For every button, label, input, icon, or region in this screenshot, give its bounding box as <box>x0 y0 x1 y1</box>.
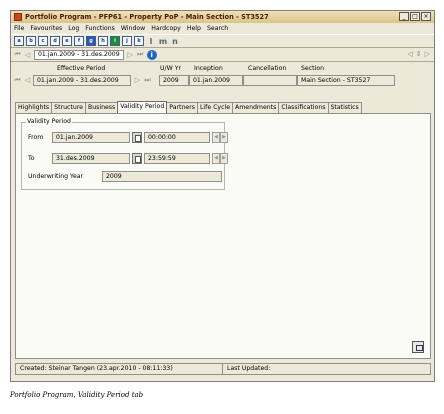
underwriting-year-field: 2009 <box>102 171 222 182</box>
nav-right-icon[interactable]: ▷ <box>425 50 430 58</box>
toolbar-icon-k[interactable]: k <box>134 36 144 46</box>
created-status: Created: Steinar Tangen (23.apr.2010 - 0… <box>20 365 173 372</box>
toolbar-icon-i[interactable]: i <box>110 36 120 46</box>
previous-record-icon[interactable]: ◁ <box>24 51 31 59</box>
info-icon[interactable]: i <box>146 49 157 60</box>
tab-highlights[interactable]: Highlights <box>15 102 53 113</box>
to-time-down-icon[interactable]: ◀ <box>212 153 220 164</box>
first-record-icon[interactable]: ⏮ <box>14 50 21 59</box>
next-record-icon[interactable]: ▷ <box>127 51 134 59</box>
status-bar: Created: Steinar Tangen (23.apr.2010 - 0… <box>15 363 431 375</box>
toolbar-icon-d[interactable]: d <box>50 36 60 46</box>
cancellation-label: Cancellation <box>248 65 287 72</box>
from-calendar-icon[interactable] <box>132 132 142 143</box>
toolbar: a b c d e f g h i j k l m n <box>11 34 434 48</box>
last-updated-status: Last Updated: <box>227 365 271 372</box>
from-date-input[interactable]: 01.jan.2009 <box>52 132 130 143</box>
edit-icon[interactable] <box>412 341 424 353</box>
validity-period-group-title: Validity Period <box>26 118 72 125</box>
section-label: Section <box>301 65 324 72</box>
inception-field: 01.jan.2009 <box>189 75 243 86</box>
uw-yr-field: 2009 <box>159 75 189 86</box>
menu-bar: File Favourites Log Functions Window Har… <box>11 23 434 34</box>
inception-label: Inception <box>194 65 223 72</box>
menu-hardcopy[interactable]: Hardcopy <box>151 25 181 32</box>
nav-updown-icon[interactable]: ⇕ <box>416 50 422 58</box>
header-first-icon[interactable]: ⏮ <box>14 76 21 85</box>
menu-functions[interactable]: Functions <box>85 25 115 32</box>
portfolio-program-window: Portfolio Program - PFP61 - Property PoP… <box>10 10 435 382</box>
last-record-icon[interactable]: ⏭ <box>137 50 144 59</box>
to-time-input[interactable]: 23:59:59 <box>144 153 210 164</box>
status-divider <box>222 364 223 374</box>
tab-strip: Highlights Structure Business Validity P… <box>15 101 362 113</box>
maximize-button[interactable]: □ <box>410 12 420 21</box>
uw-yr-label: U/W Yr <box>160 65 182 72</box>
from-time-up-icon[interactable]: ▶ <box>220 132 228 143</box>
tab-life-cycle[interactable]: Life Cycle <box>196 102 233 113</box>
menu-search[interactable]: Search <box>207 25 228 32</box>
figure-caption: Portfolio Program, Validity Period tab <box>10 391 144 399</box>
close-button[interactable]: × <box>421 12 431 21</box>
validity-period-group: Validity Period From 01.jan.2009 00:00:0… <box>21 118 228 190</box>
from-time-down-icon[interactable]: ◀ <box>212 132 220 143</box>
underwriting-year-label: Underwriting Year <box>28 173 84 180</box>
header-last-icon[interactable]: ⏭ <box>144 76 151 85</box>
nav-period-field[interactable]: 01.jan.2009 - 31.des.2009 <box>34 49 124 60</box>
tab-validity-period[interactable]: Validity Period <box>117 101 168 113</box>
to-date-input[interactable]: 31.des.2009 <box>52 153 130 164</box>
header-next-icon[interactable]: ▷ <box>134 76 141 84</box>
menu-help[interactable]: Help <box>187 25 201 32</box>
menu-favourites[interactable]: Favourites <box>30 25 62 32</box>
from-label: From <box>28 134 44 141</box>
tab-amendments[interactable]: Amendments <box>232 102 280 113</box>
navigation-bar: ⏮ ◁ 01.jan.2009 - 31.des.2009 ▷ ⏭ i ◁ ⇕ … <box>11 48 434 62</box>
toolbar-icon-n[interactable]: n <box>170 36 180 46</box>
tab-statistics[interactable]: Statistics <box>327 102 362 113</box>
toolbar-icon-b[interactable]: b <box>26 36 36 46</box>
toolbar-icon-a[interactable]: a <box>14 36 24 46</box>
to-calendar-icon[interactable] <box>132 153 142 164</box>
app-icon <box>14 13 22 21</box>
tab-business[interactable]: Business <box>84 102 119 113</box>
tab-structure[interactable]: Structure <box>51 102 86 113</box>
title-bar: Portfolio Program - PFP61 - Property PoP… <box>11 11 434 23</box>
from-time-input[interactable]: 00:00:00 <box>144 132 210 143</box>
section-field: Main Section - ST3527 <box>297 75 395 86</box>
menu-log[interactable]: Log <box>68 25 79 32</box>
toolbar-icon-e[interactable]: e <box>62 36 72 46</box>
tab-partners[interactable]: Partners <box>166 102 198 113</box>
toolbar-icon-l[interactable]: l <box>146 36 156 46</box>
effective-period-label: Effective Period <box>57 65 106 72</box>
window-controls: _ □ × <box>399 12 431 21</box>
to-time-up-icon[interactable]: ▶ <box>220 153 228 164</box>
toolbar-icon-j[interactable]: j <box>122 36 132 46</box>
nav-left-icon[interactable]: ◁ <box>407 50 412 58</box>
toolbar-icon-c[interactable]: c <box>38 36 48 46</box>
window-title: Portfolio Program - PFP61 - Property PoP… <box>25 13 269 21</box>
toolbar-icon-m[interactable]: m <box>158 36 168 46</box>
toolbar-icon-h[interactable]: h <box>98 36 108 46</box>
validity-period-panel: Validity Period From 01.jan.2009 00:00:0… <box>15 113 431 359</box>
menu-file[interactable]: File <box>14 25 24 32</box>
nav-right-group: ◁ ⇕ ▷ <box>407 50 430 58</box>
menu-window[interactable]: Window <box>121 25 145 32</box>
effective-period-field: 01.jan.2009 - 31.des.2009 <box>33 75 131 86</box>
header-fields: Effective Period U/W Yr Inception Cancel… <box>11 62 434 92</box>
to-label: To <box>28 155 35 162</box>
header-prev-icon[interactable]: ◁ <box>24 76 31 84</box>
toolbar-icon-f[interactable]: f <box>74 36 84 46</box>
cancellation-field <box>243 75 297 86</box>
toolbar-icon-g[interactable]: g <box>86 36 96 46</box>
minimize-button[interactable]: _ <box>399 12 409 21</box>
tab-classifications[interactable]: Classifications <box>278 102 329 113</box>
